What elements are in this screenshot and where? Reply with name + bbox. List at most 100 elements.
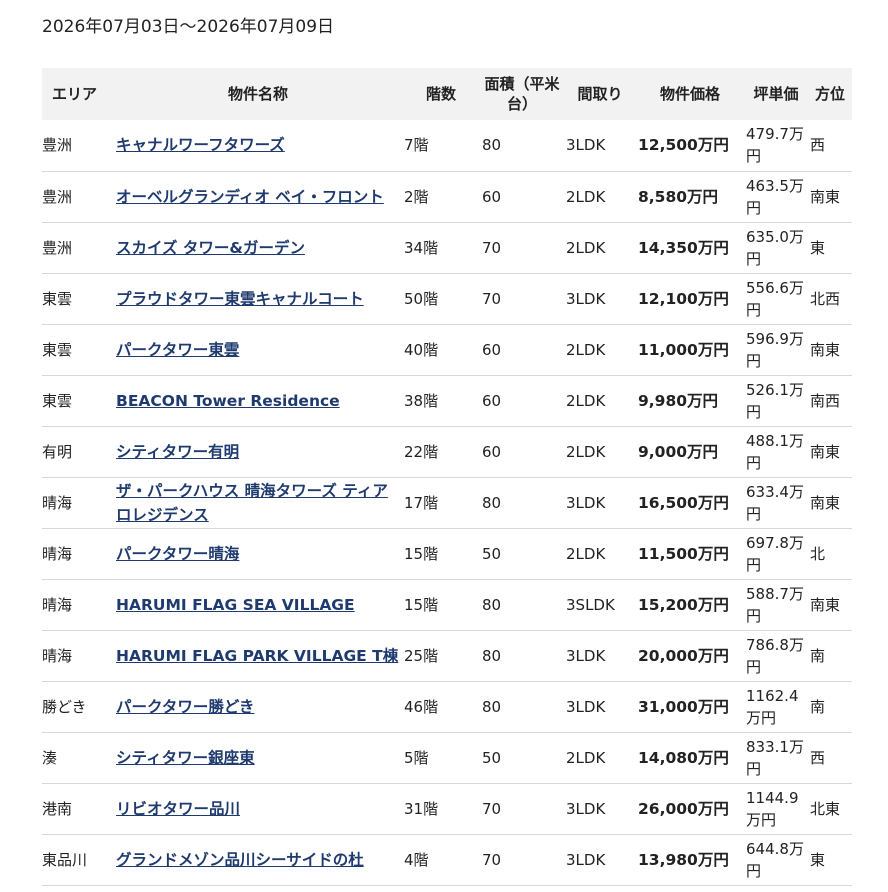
property-link[interactable]: シティタワー有明 xyxy=(116,443,239,461)
size-cell: 80 xyxy=(482,493,502,512)
layout-cell: 3LDK xyxy=(566,850,606,869)
direction-cell: 南 xyxy=(810,646,826,665)
floor-cell: 25階 xyxy=(404,646,439,665)
property-link[interactable]: シティタワー銀座東 xyxy=(116,749,255,767)
size-cell: 50 xyxy=(482,748,502,767)
layout-cell: 3LDK xyxy=(566,493,606,512)
floor-cell: 38階 xyxy=(404,391,439,410)
floor-cell: 15階 xyxy=(404,595,439,614)
price-cell: 9,980万円 xyxy=(638,391,719,410)
layout-cell: 2LDK xyxy=(566,340,606,359)
area-cell: 豊洲 xyxy=(42,136,73,155)
area-cell: 東雲 xyxy=(42,289,73,308)
floor-cell: 15階 xyxy=(404,544,439,563)
tsubo-price-cell: 488.1万円 xyxy=(746,431,804,472)
area-cell: 港南 xyxy=(42,799,73,818)
table-row: 東雲 BEACON Tower Residence 38階 60 2LDK 9,980万円… xyxy=(42,375,852,426)
price-cell: 12,500万円 xyxy=(638,136,729,155)
floor-cell: 46階 xyxy=(404,697,439,716)
floor-cell: 34階 xyxy=(404,238,439,257)
size-cell: 60 xyxy=(482,391,502,410)
floor-cell: 40階 xyxy=(404,340,439,359)
property-link[interactable]: グランドメゾン品川シーサイドの杜 xyxy=(116,851,364,869)
tsubo-price-cell: 1162.4万円 xyxy=(746,686,799,727)
tsubo-price-cell: 526.1万円 xyxy=(746,380,804,421)
size-cell: 80 xyxy=(482,595,502,614)
price-cell: 13,980万円 xyxy=(638,850,729,869)
price-cell: 16,500万円 xyxy=(638,493,729,512)
area-cell: 豊洲 xyxy=(42,238,73,257)
property-link[interactable]: ザ・パークハウス 晴海タワーズ ティアロレジデンス xyxy=(116,482,388,524)
table-row: 晴海 ザ・パークハウス 晴海タワーズ ティアロレジデンス 17階 80 3LDK 16,5… xyxy=(42,477,852,528)
tsubo-price-cell: 556.6万円 xyxy=(746,278,804,319)
price-cell: 12,100万円 xyxy=(638,289,729,308)
area-cell: 晴海 xyxy=(42,595,73,614)
property-name-cell: BEACON Tower Residence xyxy=(114,375,402,426)
date-range: 2026年07月03日～2026年07月09日 xyxy=(42,17,335,37)
area-cell: 有明 xyxy=(42,442,73,461)
area-cell: 東品川 xyxy=(42,850,88,869)
tsubo-price-cell: 596.9万円 xyxy=(746,329,804,370)
area-cell: 豊洲 xyxy=(42,187,73,206)
table-row: 晴海 HARUMI FLAG SEA VILLAGE 15階 80 3SLDK 15,20… xyxy=(42,579,852,630)
layout-cell: 3LDK xyxy=(566,697,606,716)
table-row: 港南 リビオタワー品川 31階 70 3LDK 26,000万円 1144.9万円 北東 xyxy=(42,783,852,834)
table-row: 湊 シティタワー銀座東 5階 50 2LDK 14,080万円 833.1万円西 xyxy=(42,732,852,783)
property-link[interactable]: スカイズ タワー&ガーデン xyxy=(116,239,305,257)
header-layout: 間取り xyxy=(577,85,623,103)
direction-cell: 北西 xyxy=(810,289,841,308)
property-link[interactable]: パークタワー勝どき xyxy=(116,698,254,716)
property-link[interactable]: パークタワー東雲 xyxy=(116,341,239,359)
property-link[interactable]: キャナルワーフタワーズ xyxy=(116,136,285,154)
price-cell: 14,080万円 xyxy=(638,748,729,767)
area-cell: 湊 xyxy=(42,748,58,767)
size-cell: 60 xyxy=(482,187,502,206)
property-link[interactable]: HARUMI FLAG PARK VILLAGE T棟 xyxy=(116,647,398,665)
direction-cell: 南東 xyxy=(810,595,841,614)
direction-cell: 西 xyxy=(810,748,826,767)
header-name: 物件名称 xyxy=(227,85,288,103)
property-link[interactable]: パークタワー晴海 xyxy=(116,545,239,563)
property-name-cell: パークタワー東雲 xyxy=(114,324,402,375)
property-name-cell: HARUMI FLAG PARK VILLAGE T棟 xyxy=(114,630,402,681)
floor-cell: 17階 xyxy=(404,493,439,512)
size-cell: 70 xyxy=(482,799,502,818)
direction-cell: 南東 xyxy=(810,442,841,461)
property-link[interactable]: リビオタワー品川 xyxy=(116,800,240,818)
property-link[interactable]: オーベルグランディオ ベイ・フロント xyxy=(116,188,384,206)
table-header-row: エリア 物件名称 階数 面積（平米台） 間取り 物件価格 坪単価 方位 xyxy=(42,68,852,120)
layout-cell: 2LDK xyxy=(566,187,606,206)
property-link[interactable]: プラウドタワー東雲キャナルコート xyxy=(116,290,364,308)
table-row: 東雲 パークタワー東雲 40階 60 2LDK 11,000万円 596.9万円 南東 xyxy=(42,324,852,375)
price-cell: 20,000万円 xyxy=(638,646,729,665)
size-cell: 80 xyxy=(482,646,502,665)
layout-cell: 2LDK xyxy=(566,748,606,767)
direction-cell: 東 xyxy=(810,850,826,869)
table-row: 東品川 グランドメゾン品川シーサイドの杜 4階 70 3LDK 13,980万円 644.8… xyxy=(42,834,852,885)
floor-cell: 7階 xyxy=(404,136,429,155)
tsubo-price-cell: 463.5万円 xyxy=(746,176,804,217)
layout-cell: 2LDK xyxy=(566,238,606,257)
area-cell: 東雲 xyxy=(42,391,73,410)
price-cell: 11,000万円 xyxy=(638,340,729,359)
size-cell: 80 xyxy=(482,136,502,155)
header-direction: 方位 xyxy=(814,85,845,103)
price-cell: 9,000万円 xyxy=(638,442,719,461)
table-row: 勝どき パークタワー勝どき 46階 80 3LDK 31,000万円 1162.4万円南 xyxy=(42,681,852,732)
property-link[interactable]: BEACON Tower Residence xyxy=(116,392,340,410)
floor-cell: 5階 xyxy=(404,748,429,767)
tsubo-price-cell: 644.8万円 xyxy=(746,839,804,880)
direction-cell: 南東 xyxy=(810,187,841,206)
floor-cell: 22階 xyxy=(404,442,439,461)
table-row: 豊洲 キャナルワーフタワーズ 7階 80 3LDK 12,500万円 479.7万円西 xyxy=(42,120,852,171)
size-cell: 80 xyxy=(482,697,502,716)
price-cell: 15,200万円 xyxy=(638,595,729,614)
direction-cell: 東 xyxy=(810,238,826,257)
price-cell: 11,500万円 xyxy=(638,544,729,563)
size-cell: 70 xyxy=(482,238,502,257)
layout-cell: 2LDK xyxy=(566,544,606,563)
direction-cell: 西 xyxy=(810,136,826,155)
floor-cell: 50階 xyxy=(404,289,439,308)
property-link[interactable]: HARUMI FLAG SEA VILLAGE xyxy=(116,596,355,614)
header-area: エリア xyxy=(52,85,98,103)
